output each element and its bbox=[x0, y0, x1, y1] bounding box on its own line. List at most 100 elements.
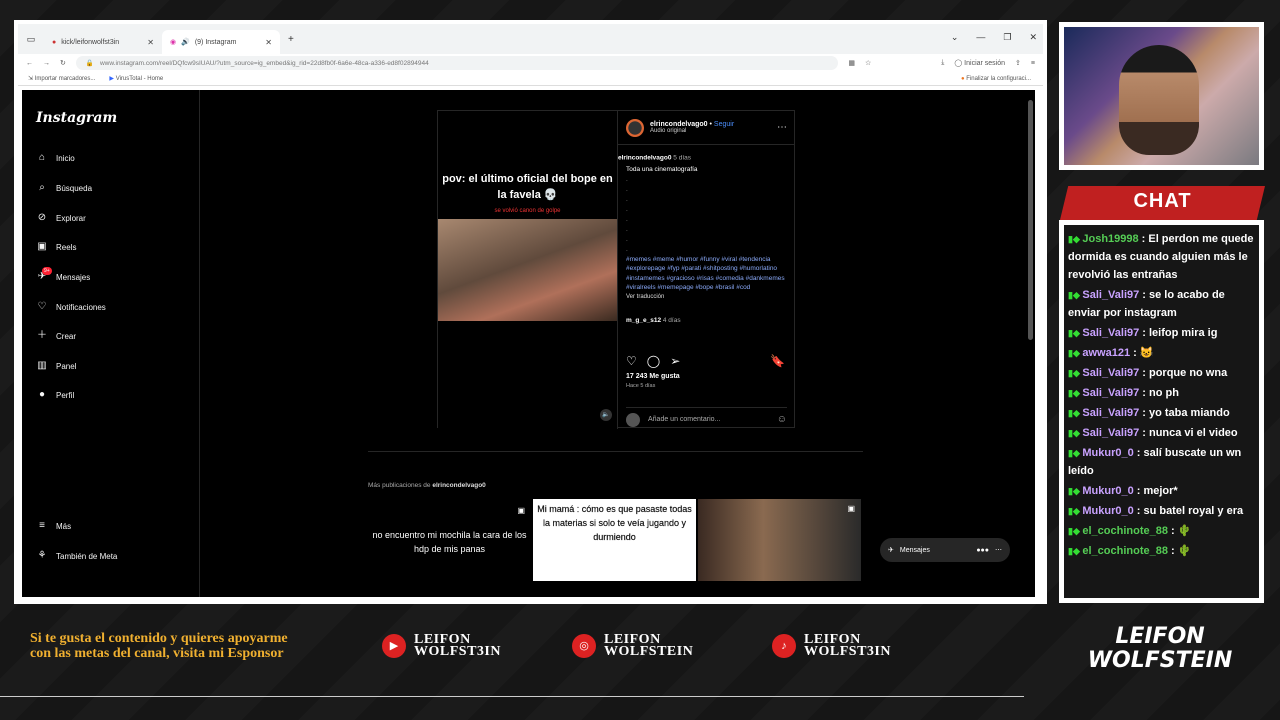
firefox-icon: ● bbox=[961, 75, 965, 82]
mute-icon[interactable]: 🔈 bbox=[600, 409, 612, 421]
tab-kick[interactable]: ● kick/leifonwolfst3in ✕ bbox=[44, 30, 162, 54]
scrollbar[interactable] bbox=[1028, 100, 1033, 340]
video-subtitle: se volvió canon de golpe bbox=[494, 208, 561, 214]
reels-icon: ▣ bbox=[847, 504, 855, 513]
nav-meta[interactable]: ⚘ También de Meta bbox=[36, 550, 118, 562]
webcam-overlay bbox=[1059, 22, 1264, 170]
signin-button[interactable]: ◯ Iniciar sesión bbox=[954, 59, 1005, 67]
badge-icon: ▮◆ bbox=[1068, 368, 1083, 378]
minimize-icon[interactable]: — bbox=[976, 32, 985, 43]
download-icon[interactable]: ⤓ bbox=[941, 59, 944, 67]
chat-message: ▮◆ Mukur0_0: salí buscate un wn leído bbox=[1068, 444, 1255, 480]
chat-username[interactable]: Sali_Vali97 bbox=[1082, 387, 1139, 399]
hamburger-icon: ≡ bbox=[39, 520, 45, 531]
post-thumbnail[interactable]: ▣ bbox=[698, 499, 861, 581]
instagram-logo[interactable]: Instagram bbox=[36, 110, 117, 126]
post-thumbnail[interactable]: no encuentro mi mochila la cara de los h… bbox=[368, 499, 531, 581]
chat-username[interactable]: Sali_Vali97 bbox=[1082, 327, 1139, 339]
comment-icon[interactable]: ◯ bbox=[647, 354, 660, 368]
sidebar-toggle-icon[interactable]: ▭ bbox=[18, 34, 44, 45]
follow-button[interactable]: Seguir bbox=[714, 121, 734, 128]
like-icon[interactable]: ♡ bbox=[626, 354, 637, 368]
virustotal-icon: ▶ bbox=[109, 76, 115, 82]
more-author[interactable]: elrincondelvago0 bbox=[432, 482, 485, 489]
menu-icon[interactable]: ≡ bbox=[1031, 60, 1035, 67]
chat-username[interactable]: el_cochinote_88 bbox=[1082, 545, 1168, 557]
chat-username[interactable]: el_cochinote_88 bbox=[1082, 525, 1168, 537]
new-tab-icon[interactable]: + bbox=[288, 34, 294, 45]
caption-author[interactable]: elrincondelvago0 bbox=[618, 155, 671, 162]
extensions-icon[interactable]: ▦ bbox=[848, 59, 855, 67]
close-window-icon[interactable]: ✕ bbox=[1029, 32, 1037, 43]
back-icon[interactable]: ← bbox=[26, 60, 33, 67]
more-options-icon[interactable]: ⋯ bbox=[777, 122, 787, 133]
close-icon[interactable]: ✕ bbox=[265, 38, 272, 47]
messenger-icon: ✈ 9+ bbox=[37, 267, 52, 282]
chat-username[interactable]: Sali_Vali97 bbox=[1082, 427, 1139, 439]
bookmarks-bar: ⇲ Importar marcadores... ▶ VirusTotal - … bbox=[18, 72, 1043, 86]
bookmark-icon[interactable]: 🔖 bbox=[770, 354, 785, 368]
share-icon[interactable]: ⇪ bbox=[1015, 59, 1021, 67]
author-name[interactable]: elrincondelvago0 bbox=[650, 121, 708, 128]
comment-box[interactable]: Añade un comentario... ☺ bbox=[626, 407, 787, 427]
forward-icon[interactable]: → bbox=[43, 60, 50, 67]
chat-username[interactable]: Mukur0_0 bbox=[1082, 447, 1133, 459]
bookmark-finish-setup[interactable]: ● Finalizar la configuraci... bbox=[961, 76, 1031, 82]
restore-icon[interactable]: ❐ bbox=[1003, 32, 1011, 43]
nav-mensajes[interactable]: ✈ 9+ Mensajes bbox=[36, 267, 90, 283]
nav-notificaciones[interactable]: ♡ Notificaciones bbox=[36, 301, 106, 313]
instagram-icon: ◎ bbox=[572, 634, 596, 658]
tab-label: kick/leifonwolfst3in bbox=[61, 38, 120, 46]
tab-instagram[interactable]: ◉ 🔊 (9) Instagram ✕ bbox=[162, 30, 280, 54]
commenter-name[interactable]: m_g_e_s12 bbox=[626, 317, 661, 324]
nav-perfil[interactable]: ● Perfil bbox=[36, 389, 74, 401]
bookmark-virustotal[interactable]: ▶ VirusTotal - Home bbox=[109, 75, 163, 82]
chat-username[interactable]: Josh19998 bbox=[1082, 233, 1138, 245]
chat-text: : yo taba miando bbox=[1142, 407, 1230, 419]
chat-username[interactable]: Sali_Vali97 bbox=[1082, 289, 1139, 301]
nav-label: Perfil bbox=[56, 390, 75, 400]
nav-busqueda[interactable]: ⌕ Búsqueda bbox=[36, 182, 92, 194]
messenger-icon: ✈ bbox=[888, 547, 894, 554]
chat-message: ▮◆ Mukur0_0: su batel royal y era bbox=[1068, 502, 1255, 520]
nav-reels[interactable]: ▣ Reels bbox=[36, 241, 76, 253]
comment-input[interactable]: Añade un comentario... bbox=[648, 416, 720, 423]
sponsor-text: Si te gusta el contenido y quieres apoya… bbox=[30, 631, 288, 661]
chat-message: ▮◆ Josh19998: El perdon me quede dormida… bbox=[1068, 230, 1255, 284]
close-icon[interactable]: ✕ bbox=[147, 38, 154, 47]
chat-username[interactable]: Mukur0_0 bbox=[1082, 485, 1133, 497]
chat-username[interactable]: Sali_Vali97 bbox=[1082, 367, 1139, 379]
nav-crear[interactable]: ＋ Crear bbox=[36, 330, 76, 342]
nav-mas[interactable]: ≡ Más bbox=[36, 520, 71, 532]
speaker-icon[interactable]: 🔊 bbox=[181, 38, 190, 46]
nav-inicio[interactable]: ⌂ Inicio bbox=[36, 152, 75, 164]
hashtags[interactable]: #memes #meme #humor #funny #viral #tende… bbox=[626, 255, 786, 293]
floating-messages-button[interactable]: ✈ Mensajes ●●● ⋯ bbox=[880, 538, 1010, 562]
star-icon[interactable]: ☆ bbox=[865, 59, 871, 67]
nav-explorar[interactable]: ⊘ Explorar bbox=[36, 212, 86, 224]
chat-username[interactable]: Mukur0_0 bbox=[1082, 505, 1133, 517]
likes-count[interactable]: 17 243 Me gusta bbox=[626, 373, 680, 380]
nav-panel[interactable]: ▥ Panel bbox=[36, 360, 76, 372]
share-icon[interactable]: ➢ bbox=[670, 354, 680, 368]
audio-label[interactable]: Audio original bbox=[650, 128, 734, 134]
badge-icon: ▮◆ bbox=[1068, 348, 1083, 358]
comment-time: 4 días bbox=[662, 317, 681, 324]
chevron-down-icon[interactable]: ⌄ bbox=[951, 32, 959, 43]
post-thumbnail[interactable]: Mi mamá : cómo es que pasaste todas la m… bbox=[533, 499, 696, 581]
thumbnail-text: Mi mamá : cómo es que pasaste todas la m… bbox=[537, 504, 692, 542]
emoji-icon[interactable]: ☺ bbox=[777, 414, 787, 425]
chat-text: : no ph bbox=[1142, 387, 1179, 399]
bookmark-import[interactable]: ⇲ Importar marcadores... bbox=[28, 75, 95, 82]
chat-username[interactable]: Sali_Vali97 bbox=[1082, 407, 1139, 419]
translate-link[interactable]: Ver traducción bbox=[626, 293, 786, 303]
badge-icon: ▮◆ bbox=[1068, 234, 1083, 244]
author-avatar[interactable] bbox=[626, 118, 644, 137]
reload-icon[interactable]: ↻ bbox=[60, 59, 66, 67]
avatar bbox=[626, 412, 640, 427]
url-field[interactable]: 🔒 www.instagram.com/reel/DQfcw9sIUAU/?utm… bbox=[75, 56, 839, 70]
reel-video[interactable]: pov: el último oficial del bope en la fa… bbox=[438, 111, 617, 429]
badge-icon: ▮◆ bbox=[1068, 328, 1083, 338]
chat-username[interactable]: awwa121 bbox=[1082, 347, 1130, 359]
signin-label: Iniciar sesión bbox=[964, 60, 1006, 67]
